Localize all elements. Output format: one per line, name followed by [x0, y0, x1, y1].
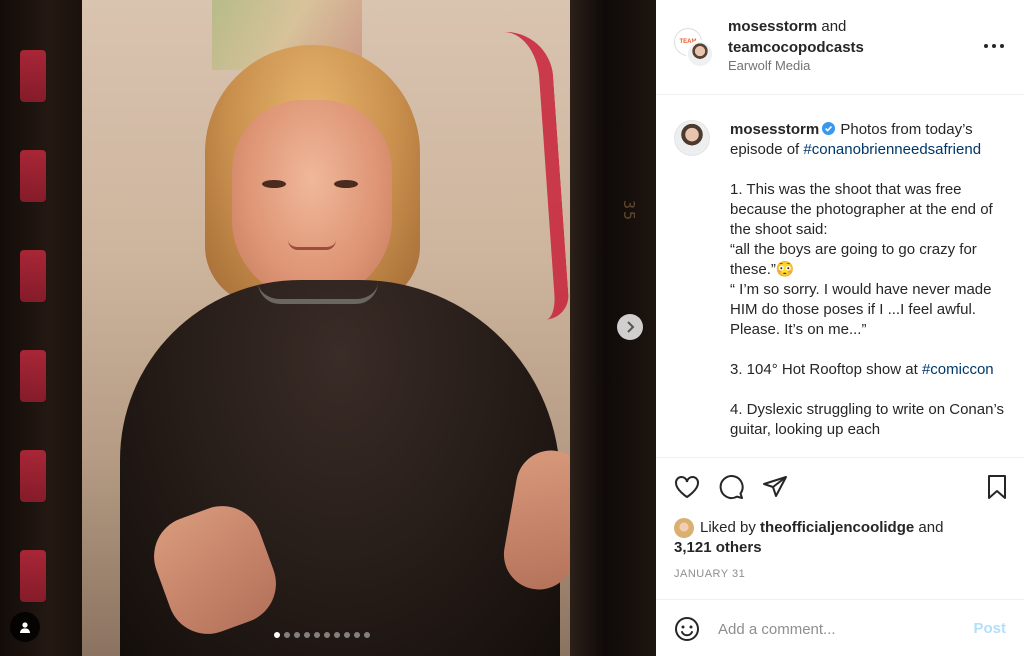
- share-icon: [763, 476, 787, 497]
- likes-prefix: Liked by: [700, 519, 761, 536]
- carousel-dot: [324, 632, 330, 638]
- sweater-collar: [258, 282, 378, 304]
- film-sprocket: [20, 550, 46, 602]
- author-link-teamcocopodcasts[interactable]: teamcocopodcasts: [728, 39, 864, 56]
- carousel-dot: [364, 632, 370, 638]
- carousel-next-button[interactable]: [617, 314, 643, 340]
- post-location[interactable]: Earwolf Media: [728, 58, 810, 73]
- carousel-indicator: [274, 632, 370, 638]
- caption-username[interactable]: mosesstorm: [730, 121, 819, 138]
- share-button[interactable]: [762, 474, 788, 500]
- film-sprocket: [20, 250, 46, 302]
- user-tag-icon: [20, 622, 30, 633]
- comment-icon: [719, 475, 744, 499]
- hashtag-link[interactable]: #conanobrienneedsafriend: [803, 141, 981, 158]
- caption-area: mosesstorm Photos from today’s episode o…: [656, 96, 1024, 456]
- film-sprocket: [20, 450, 46, 502]
- subject-eye: [262, 180, 286, 188]
- caption-body: 1. This was the shoot that was free beca…: [730, 181, 993, 378]
- carousel-dot: [334, 632, 340, 638]
- comment-input[interactable]: [718, 614, 958, 644]
- film-sprocket: [20, 350, 46, 402]
- author-conjunction: and: [821, 18, 847, 35]
- more-icon: [984, 44, 1004, 48]
- carousel-dot: [294, 632, 300, 638]
- caption-body: 4. Dyslexic struggling to write on Conan…: [730, 401, 1005, 438]
- user-tags-button[interactable]: [10, 612, 40, 642]
- likes-and: and: [914, 519, 944, 536]
- subject-eye: [334, 180, 358, 188]
- film-sprocket: [20, 50, 46, 102]
- carousel-dot: [274, 632, 280, 638]
- subject-mouth: [288, 240, 336, 250]
- carousel-dot: [344, 632, 350, 638]
- emoji-button[interactable]: [674, 616, 700, 642]
- film-sprocket: [20, 150, 46, 202]
- carousel-dot: [314, 632, 320, 638]
- carousel-dot: [304, 632, 310, 638]
- caption-avatar[interactable]: [674, 120, 710, 156]
- liker-username[interactable]: theofficialjencoolidge: [760, 519, 914, 536]
- bookmark-icon: [988, 475, 1006, 499]
- comment-bar: Post: [656, 599, 1024, 656]
- likes-summary: Liked by theofficialjencoolidge and 3,12…: [674, 518, 943, 558]
- likes-others-link[interactable]: 3,121 others: [674, 539, 762, 556]
- verified-icon: [822, 122, 836, 135]
- film-strip-right: 35: [570, 0, 656, 656]
- subject-face: [232, 100, 392, 300]
- film-strip-left: [0, 0, 82, 656]
- post-side-panel: TEAM mosesstorm and teamcocopodcasts Ear…: [656, 0, 1024, 656]
- carousel-dot: [354, 632, 360, 638]
- comment-button[interactable]: [718, 474, 744, 500]
- mosesstorm-avatar[interactable]: [686, 40, 714, 68]
- post-actions: Liked by theofficialjencoolidge and 3,12…: [656, 457, 1024, 607]
- post-media[interactable]: 35: [0, 0, 656, 656]
- liker-avatar[interactable]: [674, 518, 694, 538]
- heart-icon: [675, 476, 699, 499]
- chevron-right-icon: [627, 321, 635, 333]
- collab-avatars[interactable]: TEAM: [674, 28, 714, 68]
- author-link-mosesstorm[interactable]: mosesstorm: [728, 18, 817, 35]
- like-button[interactable]: [674, 474, 700, 500]
- post-header: TEAM mosesstorm and teamcocopodcasts Ear…: [656, 0, 1024, 95]
- post-authors: mosesstorm and teamcocopodcasts: [728, 16, 864, 58]
- save-button[interactable]: [984, 474, 1010, 500]
- emoji-icon: [675, 617, 699, 641]
- film-frame-number: 35: [620, 200, 638, 223]
- hashtag-link[interactable]: #comiccon: [922, 361, 994, 378]
- caption-text: mosesstorm Photos from today’s episode o…: [730, 120, 1012, 440]
- carousel-dot: [284, 632, 290, 638]
- post-comment-button[interactable]: Post: [973, 620, 1006, 637]
- more-options-button[interactable]: [982, 34, 1006, 58]
- post-date[interactable]: JANUARY 31: [674, 568, 745, 580]
